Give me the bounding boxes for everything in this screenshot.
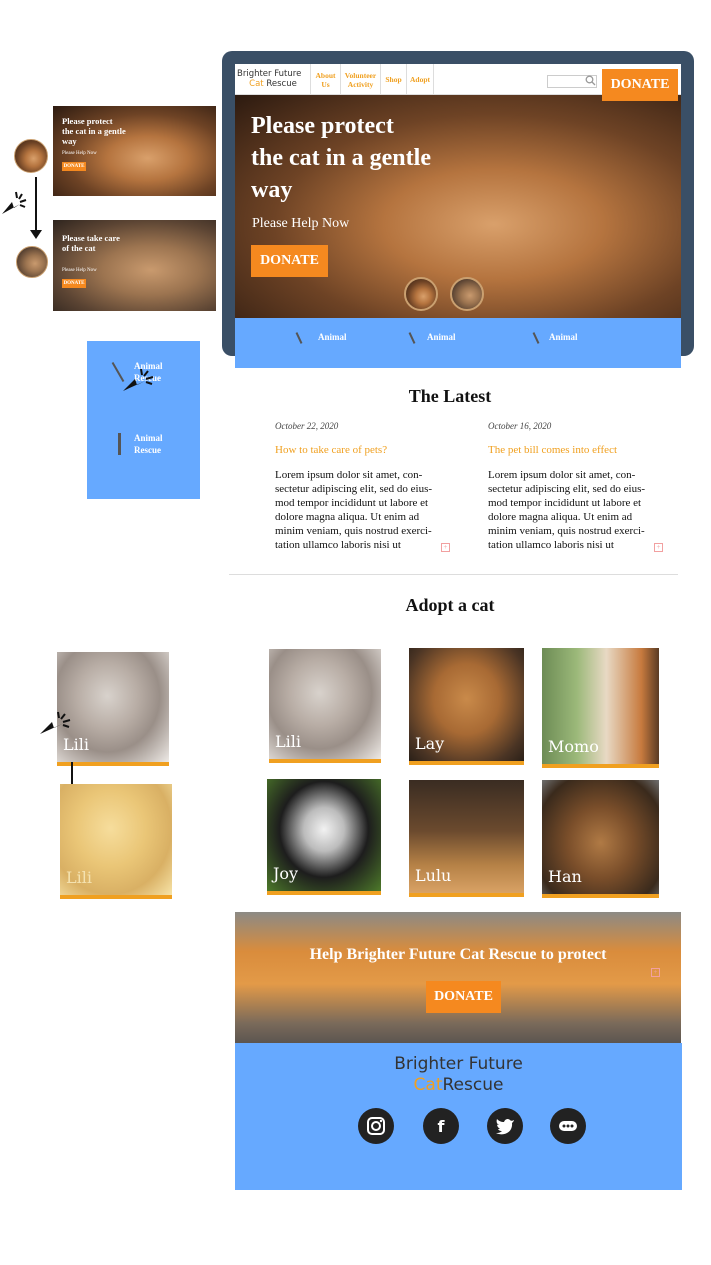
click-cursor-icon [121,365,157,401]
post-body: Lorem ipsum dolor sit amet, con-sectetur… [275,469,433,551]
footer-logo-line2: CatRescue [235,1075,682,1096]
hero-slide-1-preview: Please protect the cat in a gentle way P… [53,106,216,196]
footer: Brighter Future CatRescue f [235,1043,682,1190]
adopt-title: Adopt a cat [405,595,495,615]
facebook-icon[interactable]: f [423,1108,459,1144]
read-more-icon[interactable]: + [654,543,663,552]
slide2-title: Please take care of the cat [62,233,120,253]
slide1-subtitle: Please Help Now [62,151,97,156]
post-date: October 22, 2020 [275,421,339,431]
post-date: October 16, 2020 [488,421,552,431]
post-body: Lorem ipsum dolor sit amet, con-sectetur… [488,469,646,551]
cat-card-joy[interactable]: Joy [267,779,381,895]
menu-label-2[interactable]: Animal Rescue [134,432,174,456]
cat-card-han[interactable]: Han [542,780,659,898]
strip-slash [295,332,303,344]
search-icon[interactable] [585,75,597,87]
strip-slash [532,332,540,344]
carousel-dot-2[interactable] [450,277,484,311]
banner-control-icon[interactable]: + [651,968,660,977]
site-logo[interactable]: Brighter Future Cat Rescue [237,69,309,89]
hero-carousel: Please protect the cat in a gentle way P… [235,95,681,318]
hero-slide-2-preview: Please take care of the cat Please Help … [53,220,216,311]
click-cursor-icon [38,708,74,744]
cat-card-lulu[interactable]: Lulu [409,780,524,897]
read-more-icon[interactable]: + [441,543,450,552]
instagram-icon[interactable] [358,1108,394,1144]
slide2-subtitle: Please Help Now [62,268,97,273]
strip-item-3[interactable]: Animal [549,332,578,342]
arrow-head [30,230,42,239]
cat-name: Lili [66,868,92,887]
top-nav: Brighter Future Cat Rescue About Us Volu… [235,64,681,101]
slide1-title: Please protect the cat in a gentle way [62,116,126,146]
more-icon[interactable] [550,1108,586,1144]
hero-thumb-1 [14,139,48,173]
cat-name: Lay [415,734,445,753]
arrow-down-icon [71,762,73,786]
logo-line1: Brighter Future [237,69,302,79]
menu-hover-preview: Animal Rescue Animal Rescue [87,341,200,499]
footer-logo-rescue: Rescue [442,1075,504,1095]
divider [229,574,678,575]
carousel-dot-1[interactable] [404,277,438,311]
footer-logo-line1: Brighter Future [394,1054,523,1074]
hero-donate-button[interactable]: DONATE [251,245,328,277]
strip-item-2[interactable]: Animal [427,332,456,342]
arrow-down-icon [35,177,37,233]
hero-title: Please protect the cat in a gentle way [251,113,431,203]
nav-volunteer-activity[interactable]: Volunteer Activity [340,64,380,95]
banner-text: Help Brighter Future Cat Rescue to prote… [309,946,607,963]
cat-name: Han [548,867,582,886]
slide2-donate-button[interactable]: DONATE [62,279,86,288]
hero-thumb-2 [16,246,48,278]
slide1-donate-button[interactable]: DONATE [62,162,86,171]
nav-donate-button[interactable]: DONATE [602,69,678,101]
nav-about-us[interactable]: About Us [310,64,340,95]
nav-shop[interactable]: Shop [380,64,406,95]
click-cursor-icon [0,188,30,224]
post-title[interactable]: The pet bill comes into effect [488,444,617,456]
logo-cat: Cat [249,79,264,89]
latest-title: The Latest [408,386,492,406]
donation-banner: Help Brighter Future Cat Rescue to prote… [235,912,681,1043]
post-title[interactable]: How to take care of pets? [275,444,387,456]
cat-card-lili[interactable]: Lili [269,649,381,763]
website-screen: Brighter Future Cat Rescue About Us Volu… [235,64,681,368]
footer-logo[interactable]: Brighter Future CatRescue [235,1054,682,1096]
strip-item-1[interactable]: Animal [318,332,347,342]
cat-name: Lili [275,732,301,751]
cat-name: Lulu [415,866,452,885]
adopt-card-after-hover: Lili [60,784,172,899]
menu-bar-2 [118,433,121,455]
cat-card-momo[interactable]: Momo [542,648,659,768]
cat-name: Momo [548,737,599,756]
logo-line2: Cat Rescue [237,79,309,89]
strip-slash [408,332,416,344]
category-strip: Animal Animal Animal [235,318,681,368]
footer-logo-cat: Cat [413,1075,443,1095]
cat-name: Joy [273,864,299,883]
twitter-icon[interactable] [487,1108,523,1144]
hero-subtitle: Please Help Now [252,216,350,231]
banner-donate-button[interactable]: DONATE [426,981,501,1013]
nav-adopt[interactable]: Adopt [406,64,434,95]
cat-card-lay[interactable]: Lay [409,648,524,765]
logo-rescue: Rescue [266,79,297,89]
